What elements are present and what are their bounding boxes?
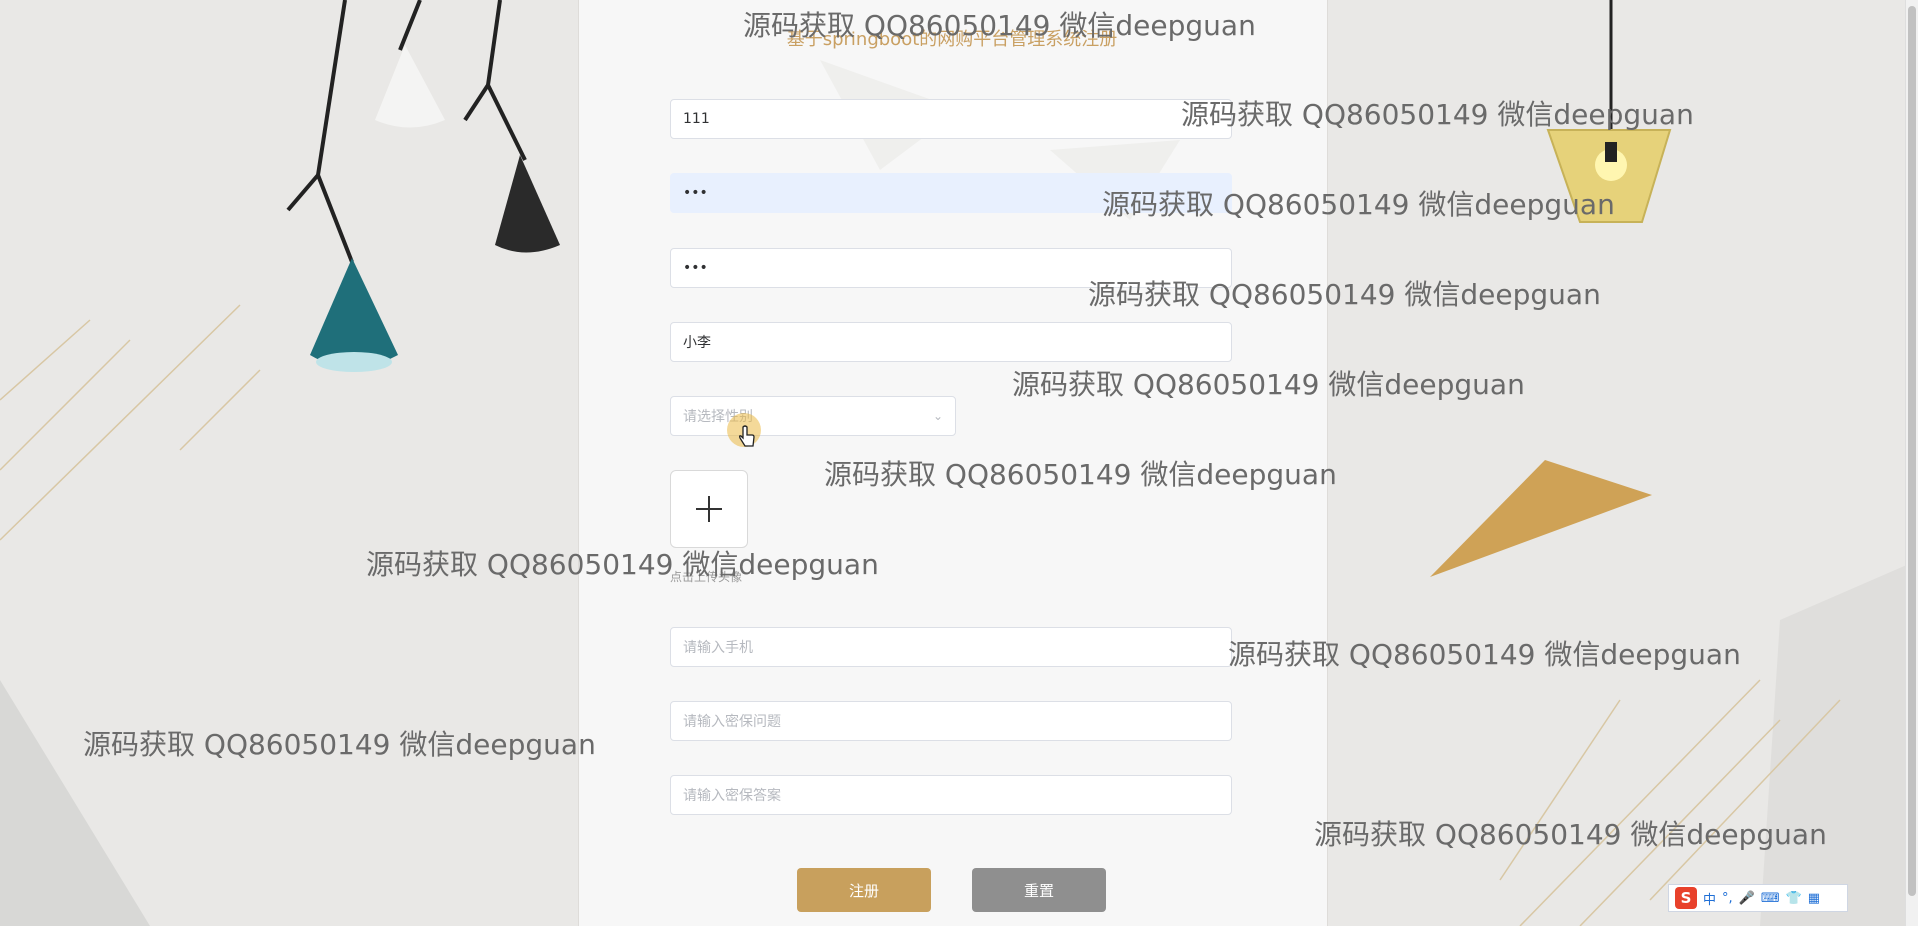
plus-icon bbox=[696, 496, 722, 522]
watermark-text: 源码获取 QQ86050149 微信deepguan bbox=[1088, 278, 1601, 311]
security-answer-placeholder: 请输入密保答案 bbox=[683, 788, 781, 804]
watermark-text: 源码获取 QQ86050149 微信deepguan bbox=[1102, 188, 1615, 221]
name-value: 小李 bbox=[683, 335, 711, 351]
scrollbar-thumb[interactable] bbox=[1908, 6, 1916, 896]
watermark-text: 源码获取 QQ86050149 微信deepguan bbox=[1314, 818, 1827, 851]
account-input[interactable]: 111 bbox=[670, 99, 1232, 139]
watermark-text: 源码获取 QQ86050149 微信deepguan bbox=[743, 9, 1256, 42]
ime-toolbar[interactable]: S 中 °, 🎤 ⌨ 👕 ▦ bbox=[1668, 884, 1848, 912]
security-answer-input[interactable]: 请输入密保答案 bbox=[670, 775, 1232, 815]
password-value: ••• bbox=[683, 185, 708, 201]
gender-select[interactable]: 请选择性别 ⌄ bbox=[670, 396, 956, 436]
watermark-text: 源码获取 QQ86050149 微信deepguan bbox=[1181, 98, 1694, 131]
sogou-logo-icon: S bbox=[1675, 887, 1697, 909]
microphone-icon[interactable]: 🎤 bbox=[1739, 891, 1755, 906]
chevron-down-icon: ⌄ bbox=[932, 409, 943, 423]
hand-cursor-icon bbox=[739, 425, 755, 447]
watermark-text: 源码获取 QQ86050149 微信deepguan bbox=[1012, 368, 1525, 401]
confirm-password-value: ••• bbox=[683, 260, 708, 276]
shirt-icon[interactable]: 👕 bbox=[1786, 891, 1802, 906]
phone-placeholder: 请输入手机 bbox=[683, 640, 753, 656]
watermark-text: 源码获取 QQ86050149 微信deepguan bbox=[83, 728, 596, 761]
scrollbar[interactable] bbox=[1905, 0, 1918, 926]
reset-button[interactable]: 重置 bbox=[972, 868, 1106, 912]
watermark-text: 源码获取 QQ86050149 微信deepguan bbox=[824, 458, 1337, 491]
ime-punct[interactable]: °, bbox=[1722, 891, 1733, 906]
register-button[interactable]: 注册 bbox=[797, 868, 931, 912]
ime-mode[interactable]: 中 bbox=[1703, 889, 1716, 908]
watermark-text: 源码获取 QQ86050149 微信deepguan bbox=[1228, 638, 1741, 671]
name-input[interactable]: 小李 bbox=[670, 322, 1232, 362]
keyboard-icon[interactable]: ⌨ bbox=[1761, 891, 1780, 906]
avatar-upload-button[interactable] bbox=[670, 470, 748, 548]
phone-input[interactable]: 请输入手机 bbox=[670, 627, 1232, 667]
security-question-placeholder: 请输入密保问题 bbox=[683, 714, 781, 730]
security-question-input[interactable]: 请输入密保问题 bbox=[670, 701, 1232, 741]
watermark-text: 源码获取 QQ86050149 微信deepguan bbox=[366, 548, 879, 581]
account-value: 111 bbox=[683, 111, 710, 127]
grid-icon[interactable]: ▦ bbox=[1808, 891, 1820, 906]
